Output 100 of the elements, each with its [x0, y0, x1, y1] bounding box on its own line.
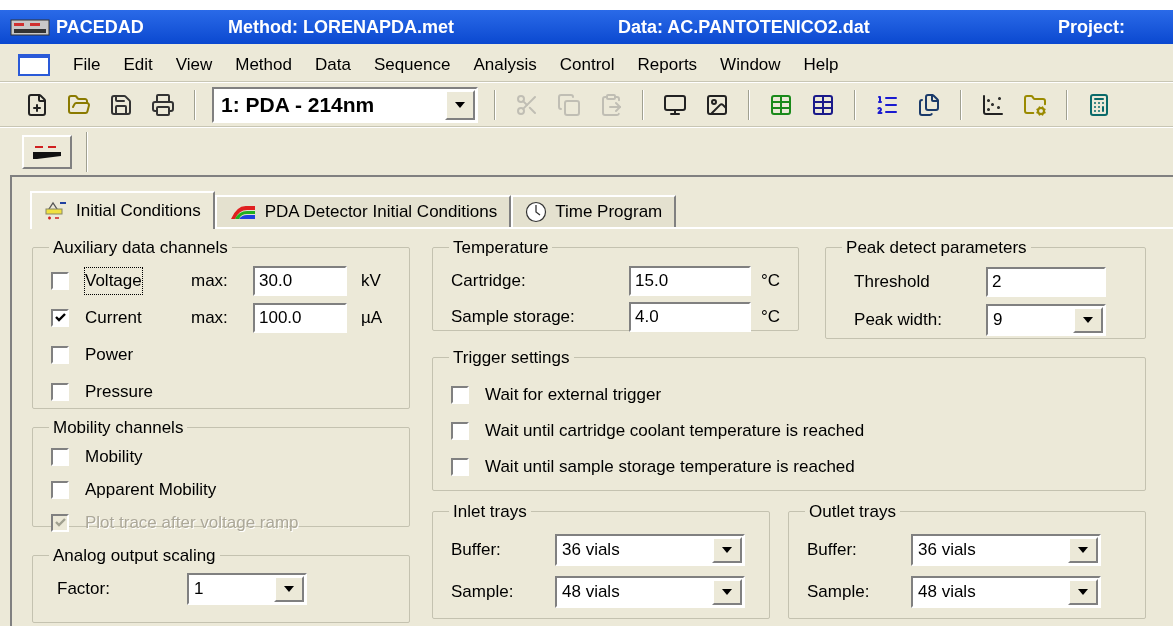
- group-title: Trigger settings: [452, 347, 571, 369]
- field-label: Threshold: [853, 270, 931, 293]
- dropdown-arrow-button[interactable]: [1073, 306, 1104, 333]
- dropdown-arrow-button[interactable]: [1068, 536, 1098, 563]
- method-title: Method: LORENAPDA.met: [228, 15, 455, 39]
- menu-item[interactable]: File: [73, 51, 101, 78]
- group-title: Peak detect parameters: [845, 237, 1028, 259]
- field-label: Peak width:: [853, 308, 943, 331]
- max-label: max:: [191, 270, 229, 293]
- input-field[interactable]: 2: [986, 266, 1107, 297]
- checkbox-label: Pressure: [85, 381, 154, 404]
- caret-icon: [1078, 588, 1088, 595]
- caret-icon: [722, 588, 732, 595]
- checkbox-label: Wait until sample storage temperature is reached: [485, 455, 855, 478]
- paste-icon: [599, 92, 623, 117]
- input-field[interactable]: 30.0: [253, 266, 347, 296]
- field-label: Buffer:: [451, 538, 502, 561]
- checkbox-label: Wait until cartridge coolant temperature is reached: [485, 419, 865, 442]
- spectrum-icon: [228, 203, 257, 221]
- checkbox-label: Current: [85, 307, 142, 330]
- image-icon: [705, 92, 729, 117]
- caret-icon: [284, 585, 294, 592]
- dropdown[interactable]: 48 vials: [555, 575, 745, 608]
- group-title: Mobility channels: [52, 417, 185, 439]
- circuit-icon: [44, 200, 68, 222]
- menu-item[interactable]: Sequence: [373, 51, 451, 78]
- tab[interactable]: Initial Conditions: [30, 191, 215, 229]
- field-label: Cartridge:: [451, 269, 527, 292]
- dropdown[interactable]: 36 vials: [555, 533, 745, 566]
- unit-label: °C: [761, 305, 781, 328]
- caret-icon: [722, 546, 732, 553]
- input-field[interactable]: 15.0: [629, 265, 751, 296]
- tab[interactable]: PDA Detector Initial Conditions: [214, 195, 512, 227]
- printer-icon: [151, 92, 175, 117]
- field-label: Sample storage:: [451, 305, 576, 328]
- dropdown-arrow-button[interactable]: [445, 89, 475, 120]
- caret-icon: [455, 101, 465, 108]
- input-field[interactable]: 4.0: [629, 301, 751, 332]
- caret-icon: [1078, 546, 1088, 553]
- checkbox[interactable]: [451, 385, 469, 404]
- group-title: Auxiliary data channels: [52, 237, 229, 259]
- unit-label: µA: [361, 307, 383, 330]
- window-icon[interactable]: [18, 53, 50, 76]
- table-icon: [811, 92, 835, 117]
- table-icon: [769, 92, 793, 117]
- channel-dropdown[interactable]: 1: PDA - 214nm: [212, 86, 478, 123]
- documents-icon: [917, 92, 941, 117]
- checkbox[interactable]: [51, 383, 69, 401]
- instrument-icon: [10, 17, 50, 37]
- dropdown[interactable]: 9: [986, 303, 1107, 336]
- run-button[interactable]: [22, 134, 72, 169]
- menu-item[interactable]: Method: [235, 51, 292, 78]
- data-title: Data: AC.PANTOTENICO2.dat: [618, 15, 871, 39]
- group-title: Temperature: [452, 237, 550, 259]
- dropdown-arrow-button[interactable]: [712, 578, 742, 605]
- dropdown[interactable]: 1: [187, 572, 307, 605]
- checkbox[interactable]: [451, 457, 469, 476]
- field-label: Sample:: [451, 580, 515, 603]
- menu-item[interactable]: Window: [720, 51, 781, 78]
- checkbox-label: Plot trace after voltage ramp: [85, 512, 299, 535]
- checkbox-label: Power: [85, 344, 134, 367]
- caret-icon: [1083, 316, 1094, 323]
- dropdown-arrow-button[interactable]: [274, 575, 304, 602]
- dropdown[interactable]: 36 vials: [911, 533, 1101, 566]
- factor-label: Factor:: [56, 577, 111, 600]
- menu-item[interactable]: View: [175, 51, 213, 78]
- dropdown[interactable]: 48 vials: [911, 575, 1101, 608]
- folder-settings-icon: [1023, 92, 1047, 117]
- scissors-icon: [515, 92, 539, 117]
- new-document-icon: [25, 92, 49, 117]
- checkbox[interactable]: [51, 346, 69, 364]
- checkbox-label: Mobility: [85, 446, 143, 469]
- scatter-plot-icon: [981, 92, 1005, 117]
- monitor-icon: [663, 92, 687, 117]
- menu-item[interactable]: Analysis: [473, 51, 537, 78]
- menu-item[interactable]: Data: [314, 51, 351, 78]
- checkbox[interactable]: [51, 481, 69, 499]
- app-title: PACEDAD: [56, 15, 145, 39]
- menu-item[interactable]: Control: [559, 51, 615, 78]
- dropdown-arrow-button[interactable]: [1068, 578, 1098, 605]
- group-title: Analog output scaling: [52, 545, 217, 567]
- project-title: Project:: [1058, 15, 1126, 39]
- folder-icon: [67, 92, 91, 117]
- input-field[interactable]: 100.0: [253, 303, 347, 333]
- calculator-icon: [1087, 92, 1111, 117]
- menu-item[interactable]: Edit: [123, 51, 153, 78]
- checkbox[interactable]: [451, 421, 469, 440]
- group-title: Inlet trays: [452, 501, 528, 523]
- group-title: Outlet trays: [808, 501, 897, 523]
- checkbox-label: Voltage: [85, 268, 142, 294]
- unit-label: °C: [761, 269, 781, 292]
- menu-item[interactable]: Reports: [637, 51, 698, 78]
- tab[interactable]: Time Program: [511, 195, 677, 227]
- dropdown-arrow-button[interactable]: [712, 536, 742, 563]
- checkbox[interactable]: [51, 448, 69, 466]
- checkbox[interactable]: [51, 272, 69, 290]
- max-label: max:: [191, 307, 229, 330]
- menu-item[interactable]: Help: [803, 51, 839, 78]
- checkbox[interactable]: [51, 309, 69, 327]
- checkmark-icon: [54, 518, 66, 528]
